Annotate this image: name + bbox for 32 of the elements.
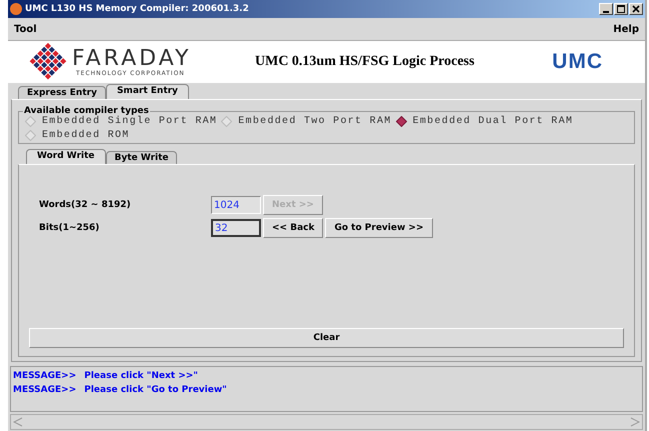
tab[interactable]: Smart Entry — [106, 84, 189, 99]
field-label: Words(32 ~ 8192) — [39, 200, 132, 210]
button[interactable]: Go to Preview >> — [325, 218, 433, 238]
tab[interactable]: Byte Write — [106, 151, 178, 164]
menu-item[interactable]: Tool — [14, 24, 37, 34]
brand-logo: UMC — [552, 50, 603, 74]
tab[interactable]: Word Write — [26, 149, 106, 164]
window-title: UMC L130 HS Memory Compiler: 200601.3.2 — [25, 4, 250, 14]
message-prefix: MESSAGE>> — [13, 370, 76, 383]
radio-button[interactable] — [221, 116, 232, 127]
group-title: Available compiler types — [23, 106, 149, 116]
clear-button[interactable]: Clear — [29, 328, 624, 348]
input-field[interactable]: 1024 — [211, 196, 261, 214]
company-name: FARADAY — [72, 48, 192, 70]
radio-button[interactable] — [396, 116, 407, 127]
field-label: Bits(1~256) — [39, 223, 100, 233]
radio-button[interactable] — [25, 116, 36, 127]
input-field[interactable]: 32 — [211, 219, 261, 237]
menu-item[interactable]: Help — [613, 24, 639, 34]
radio-label[interactable]: Embedded Two Port RAM — [238, 116, 392, 127]
message-text: Please click "Go to Preview" — [84, 384, 227, 397]
diamond-logo-icon — [28, 42, 68, 82]
button[interactable]: << Back — [263, 218, 324, 238]
radio-label[interactable]: Embedded ROM — [42, 130, 130, 141]
radio-label[interactable]: Embedded Dual Port RAM — [412, 116, 574, 127]
tab[interactable]: Express Entry — [18, 86, 106, 99]
radio-button[interactable] — [25, 130, 36, 141]
radio-label[interactable]: Embedded Single Port RAM — [42, 116, 218, 127]
message-prefix: MESSAGE>> — [13, 384, 76, 397]
message-text: Please click "Next >>" — [84, 370, 198, 383]
app-icon — [10, 3, 22, 15]
banner-heading: UMC 0.13um HS/FSG Logic Process — [255, 54, 476, 70]
